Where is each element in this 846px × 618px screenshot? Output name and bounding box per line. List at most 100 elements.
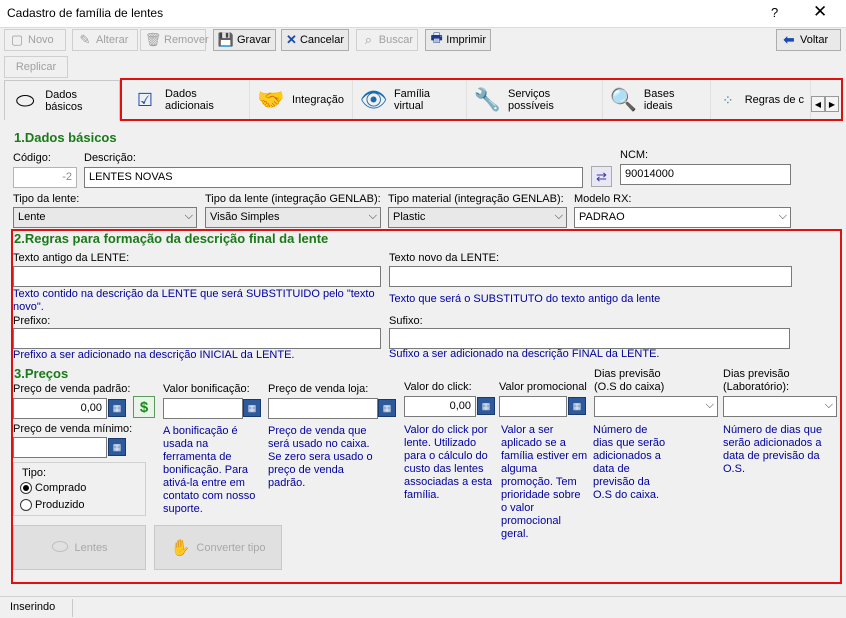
lentes-button[interactable]: ⬭ Lentes	[13, 525, 146, 570]
codigo-field[interactable]: -2	[13, 167, 77, 188]
cancel-icon: ✕	[286, 32, 297, 47]
buscar-label: Buscar	[378, 34, 413, 46]
dias-lab-label: Dias previsão	[723, 368, 790, 380]
alterar-button[interactable]: ✎ Alterar	[72, 29, 138, 51]
tipo-lente-label: Tipo da lente:	[13, 193, 80, 205]
cancelar-label: Cancelar	[299, 34, 344, 46]
calculator-icon[interactable]: ▦	[568, 397, 586, 415]
chevron-down-icon: ⌵	[778, 210, 787, 222]
translate-icon[interactable]: ⇄	[591, 166, 612, 187]
descricao-field[interactable]: LENTES NOVAS	[84, 167, 583, 188]
tipo-material-label: Tipo material (integração GENLAB):	[388, 193, 564, 205]
preco-loja-hint: Preço de venda que será usado no caixa. …	[268, 425, 373, 489]
texto-novo-field[interactable]	[389, 266, 792, 287]
replicar-label: Replicar	[15, 61, 57, 73]
printer-icon: 🖶	[430, 30, 443, 45]
chevron-down-icon: ⌵	[554, 210, 563, 222]
tab-dados-basicos[interactable]: ⬭ Dados básicos	[4, 80, 120, 120]
tab-label: Dados básicos	[45, 88, 83, 113]
voltar-button[interactable]: ⬅ Voltar	[776, 29, 841, 51]
dias-lab-hint: Número de dias que serão adicionados a d…	[723, 424, 823, 475]
dias-caixa-select[interactable]: ⌵	[594, 396, 718, 417]
calculator-icon[interactable]: ▦	[108, 399, 126, 417]
sufixo-field[interactable]	[389, 328, 790, 349]
dollar-icon[interactable]: $	[133, 396, 155, 418]
bonificacao-field[interactable]	[163, 398, 243, 419]
dias-lab-label-2: (Laboratório):	[723, 381, 790, 393]
section1-title: 1.Dados básicos	[14, 130, 117, 145]
tipo-material-select[interactable]: Plastic ⌵	[388, 207, 567, 228]
tabs-highlight	[120, 78, 843, 121]
modelo-rx-select[interactable]: PADRAO ⌵	[574, 207, 791, 228]
novo-button[interactable]: ▢ Novo	[4, 29, 66, 51]
tipo-label: Tipo:	[22, 467, 47, 479]
radio-empty-icon	[20, 499, 32, 511]
tipo-lente-genlab-value: Visão Simples	[210, 211, 280, 223]
chevron-down-icon: ⌵	[368, 210, 377, 222]
remover-button[interactable]: 🗑 Remover	[140, 29, 209, 51]
dias-caixa-label-2: (O.S do caixa)	[594, 381, 665, 393]
calculator-icon[interactable]: ▦	[378, 399, 396, 417]
gravar-button[interactable]: 💾 Gravar	[213, 29, 276, 51]
help-button[interactable]: ?	[771, 5, 778, 20]
status-text: Inserindo	[10, 601, 56, 613]
voltar-label: Voltar	[800, 34, 829, 46]
calculator-icon[interactable]: ▦	[243, 399, 261, 417]
texto-antigo-hint: Texto contido na descrição da LENTE que …	[13, 288, 375, 313]
lens-icon: ⬭	[51, 536, 69, 558]
calculator-icon[interactable]: ▦	[108, 438, 126, 456]
handshake-icon: ✋	[170, 539, 191, 557]
click-label: Valor do click:	[404, 381, 472, 393]
gravar-label: Gravar	[237, 34, 271, 46]
tipo-group: Tipo: Comprado Produzido	[13, 462, 146, 516]
ncm-label: NCM:	[620, 149, 649, 161]
lens-icon: ⬭	[15, 87, 35, 113]
tipo-lente-select[interactable]: Lente ⌵	[13, 207, 197, 228]
section3-title: 3.Preços	[14, 366, 69, 381]
cancelar-button[interactable]: ✕ Cancelar	[281, 29, 349, 51]
dias-lab-select[interactable]: ⌵	[723, 396, 837, 417]
lentes-label: Lentes	[74, 541, 108, 554]
radio-produzido[interactable]: Produzido	[20, 499, 85, 511]
preco-padrao-field[interactable]: 0,00	[13, 398, 107, 419]
dias-caixa-hint: Número de dias que serão adicionados a d…	[593, 424, 666, 501]
title-bar: Cadastro de família de lentes ? ✕	[0, 0, 846, 28]
preco-padrao-label: Preço de venda padrão:	[13, 383, 131, 395]
promocional-hint: Valor a ser aplicado se a família estive…	[501, 424, 588, 540]
descricao-label: Descrição:	[84, 152, 136, 164]
status-divider	[72, 599, 73, 617]
tipo-lente-genlab-select[interactable]: Visão Simples ⌵	[205, 207, 381, 228]
prefixo-hint: Prefixo a ser adicionado na descrição IN…	[13, 349, 295, 361]
radio-comprado[interactable]: Comprado	[20, 482, 86, 494]
tipo-material-value: Plastic	[393, 211, 426, 223]
bonificacao-hint: A bonificação é usada na ferramenta de b…	[163, 425, 256, 515]
codigo-label: Código:	[13, 152, 51, 164]
chevron-down-icon: ⌵	[824, 399, 833, 411]
imprimir-button[interactable]: 🖶 Imprimir	[425, 29, 491, 51]
prefixo-field[interactable]	[13, 328, 381, 349]
section2-title: 2.Regras para formação da descrição fina…	[14, 231, 329, 246]
converter-label: Converter tipo	[196, 541, 266, 554]
chevron-down-icon: ⌵	[705, 399, 714, 411]
texto-antigo-field[interactable]	[13, 266, 381, 287]
calculator-icon[interactable]: ▦	[477, 397, 495, 415]
preco-minimo-field[interactable]	[13, 437, 107, 458]
close-button[interactable]: ✕	[813, 2, 827, 22]
dias-caixa-label: Dias previsão	[594, 368, 661, 380]
modelo-rx-value: PADRAO	[579, 211, 625, 223]
chevron-down-icon: ⌵	[184, 210, 193, 222]
replicar-button[interactable]: Replicar	[4, 56, 68, 78]
preco-loja-field[interactable]	[268, 398, 378, 419]
promocional-field[interactable]	[499, 396, 567, 417]
click-field[interactable]: 0,00	[404, 396, 476, 417]
texto-novo-label: Texto novo da LENTE:	[389, 252, 500, 264]
status-bar: Inserindo	[0, 596, 846, 618]
click-hint: Valor do click por lente. Utilizado para…	[404, 424, 493, 501]
preco-minimo-label: Preço de venda mínimo:	[13, 423, 133, 435]
converter-tipo-button[interactable]: ✋ Converter tipo	[154, 525, 282, 570]
edit-icon: ✎	[79, 32, 91, 47]
buscar-button[interactable]: ⌕ Buscar	[356, 29, 418, 51]
tipo-lente-genlab-label: Tipo da lente (integração GENLAB):	[205, 193, 381, 205]
ncm-field[interactable]: 90014000	[620, 164, 791, 185]
produzido-label: Produzido	[35, 499, 85, 511]
